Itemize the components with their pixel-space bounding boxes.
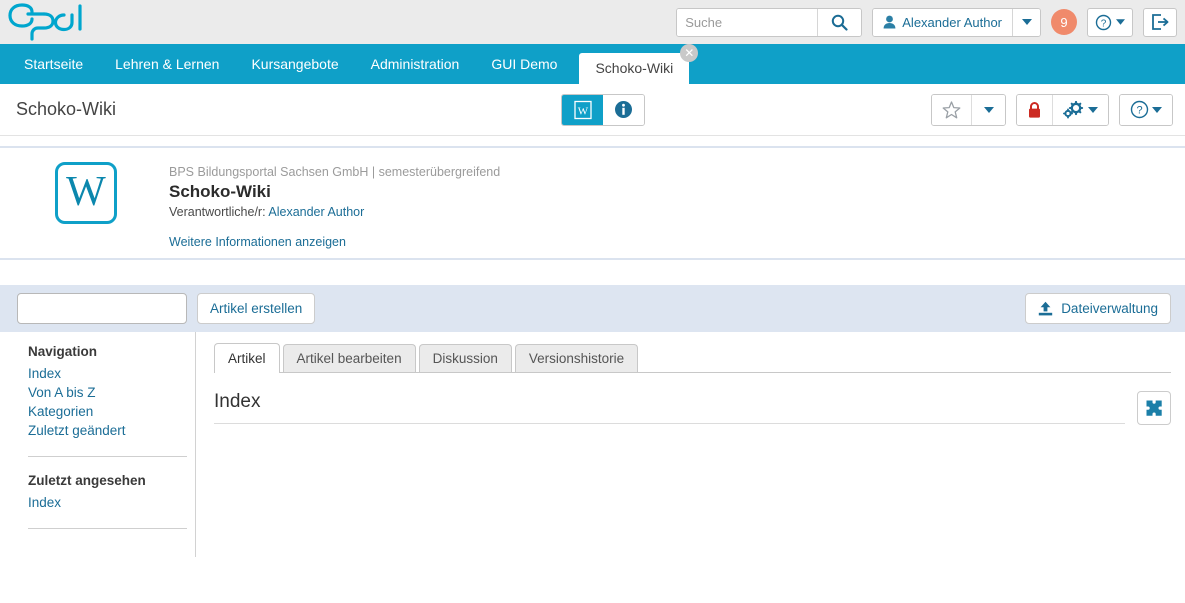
help-icon: ?	[1095, 14, 1112, 31]
new-article-input[interactable]	[17, 293, 187, 324]
upload-icon	[1038, 301, 1053, 317]
course-owner-link[interactable]: Alexander Author	[268, 205, 364, 219]
article-header: Index	[214, 391, 1171, 425]
nav-item-startseite[interactable]: Startseite	[8, 44, 99, 84]
nav-item-gui-demo[interactable]: GUI Demo	[475, 44, 573, 84]
course-owner: Verantwortliche/r: Alexander Author	[169, 205, 500, 219]
course-owner-label: Verantwortliche/r:	[169, 205, 266, 219]
search-input[interactable]	[677, 9, 817, 36]
info-view-button[interactable]	[603, 95, 644, 125]
help-menu-button[interactable]: ?	[1087, 8, 1133, 37]
bookmark-caret-button[interactable]	[971, 95, 1005, 125]
star-icon	[942, 101, 961, 119]
course-info-panel: W BPS Bildungsportal Sachsen GmbH | seme…	[0, 146, 1185, 260]
file-management-button[interactable]: Dateiverwaltung	[1025, 293, 1171, 324]
user-menu-caret-button[interactable]	[1012, 9, 1040, 36]
sidebar-recent-item-index[interactable]: Index	[28, 493, 195, 512]
top-header: Alexander Author 9 ?	[0, 0, 1185, 44]
sidebar-item-kategorien[interactable]: Kategorien	[28, 402, 195, 421]
header-right-controls: Alexander Author 9 ?	[676, 0, 1177, 44]
notification-count: 9	[1060, 15, 1067, 30]
help-icon: ?	[1130, 100, 1149, 119]
tab-versionshistorie[interactable]: Versionshistorie	[515, 344, 638, 372]
search-group	[676, 8, 862, 37]
chevron-down-icon	[1152, 107, 1162, 113]
title-bar-actions: ?	[931, 94, 1173, 126]
settings-group	[1016, 94, 1109, 126]
user-menu-button[interactable]: Alexander Author	[873, 9, 1012, 36]
info-icon	[614, 100, 633, 119]
nav-item-kursangebote[interactable]: Kursangebote	[235, 44, 354, 84]
info-panel-wrapper: W BPS Bildungsportal Sachsen GmbH | seme…	[0, 136, 1185, 260]
search-button[interactable]	[817, 9, 861, 36]
sidebar-divider-2	[28, 528, 187, 529]
notification-badge[interactable]: 9	[1051, 9, 1077, 35]
bookmark-button[interactable]	[932, 95, 971, 125]
nav-item-administration[interactable]: Administration	[355, 44, 476, 84]
tab-artikel-bearbeiten[interactable]: Artikel bearbeiten	[283, 344, 416, 372]
gears-icon	[1063, 101, 1085, 119]
logout-button[interactable]	[1143, 8, 1177, 37]
user-menu-group: Alexander Author	[872, 8, 1041, 37]
title-bar: Schoko-Wiki W	[0, 84, 1185, 136]
tab-diskussion[interactable]: Diskussion	[419, 344, 512, 372]
sidebar-item-zuletzt-geaendert[interactable]: Zuletzt geändert	[28, 421, 195, 440]
chevron-down-icon	[1022, 19, 1032, 25]
course-info-texts: BPS Bildungsportal Sachsen GmbH | semest…	[169, 162, 500, 249]
svg-text:W: W	[577, 105, 588, 117]
wiki-main-column: Artikel Artikel bearbeiten Diskussion Ve…	[196, 332, 1185, 595]
course-title: Schoko-Wiki	[169, 182, 500, 202]
chevron-down-icon	[1116, 19, 1125, 25]
opal-logo[interactable]	[6, 2, 84, 42]
logout-icon	[1151, 14, 1169, 30]
content-area: Navigation Index Von A bis Z Kategorien …	[0, 332, 1185, 595]
chevron-down-icon	[984, 107, 994, 113]
main-navigation: Startseite Lehren & Lernen Kursangebote …	[0, 44, 1185, 84]
puzzle-piece-icon	[1145, 399, 1164, 418]
nav-tab-schoko-wiki[interactable]: Schoko-Wiki ✕	[579, 53, 689, 84]
wiki-logo-icon: W	[55, 162, 117, 224]
svg-text:?: ?	[1136, 105, 1142, 117]
action-bar-right: Dateiverwaltung	[1015, 293, 1171, 324]
page-title: Schoko-Wiki	[16, 99, 116, 120]
wiki-icon: W	[573, 100, 593, 120]
create-article-label: Artikel erstellen	[210, 301, 302, 316]
wiki-action-bar: Artikel erstellen Dateiverwaltung	[0, 285, 1185, 332]
help-group: ?	[1119, 94, 1173, 126]
article-title: Index	[214, 391, 1125, 424]
lock-button[interactable]	[1017, 95, 1052, 125]
course-provider: BPS Bildungsportal Sachsen GmbH | semest…	[169, 165, 500, 179]
create-article-button[interactable]: Artikel erstellen	[197, 293, 315, 324]
sidebar-item-von-a-bis-z[interactable]: Von A bis Z	[28, 383, 195, 402]
nav-tab-label: Schoko-Wiki	[595, 60, 673, 76]
close-icon[interactable]: ✕	[680, 44, 698, 62]
bookmark-group	[931, 94, 1006, 126]
search-icon	[831, 14, 848, 31]
sidebar-nav-heading: Navigation	[28, 344, 195, 359]
sidebar-item-index[interactable]: Index	[28, 364, 195, 383]
sidebar-recent-heading: Zuletzt angesehen	[28, 473, 195, 488]
nav-item-lehren-lernen[interactable]: Lehren & Lernen	[99, 44, 235, 84]
user-name-label: Alexander Author	[902, 15, 1002, 30]
wiki-tabs: Artikel Artikel bearbeiten Diskussion Ve…	[214, 344, 1171, 373]
wiki-logo-letter: W	[66, 171, 106, 213]
lock-icon	[1027, 101, 1042, 119]
wiki-view-button[interactable]: W	[562, 95, 603, 125]
sidebar-divider-1	[28, 456, 187, 457]
settings-button[interactable]	[1052, 95, 1108, 125]
user-icon	[883, 15, 896, 29]
more-info-link[interactable]: Weitere Informationen anzeigen	[169, 235, 346, 249]
file-management-label: Dateiverwaltung	[1061, 301, 1158, 316]
tab-artikel[interactable]: Artikel	[214, 343, 280, 373]
chevron-down-icon	[1088, 107, 1098, 113]
view-switch-group: W	[561, 94, 645, 126]
page-help-button[interactable]: ?	[1120, 95, 1172, 125]
wiki-sidebar: Navigation Index Von A bis Z Kategorien …	[0, 332, 196, 557]
article-extensions-button[interactable]	[1137, 391, 1171, 425]
svg-text:?: ?	[1101, 18, 1107, 29]
